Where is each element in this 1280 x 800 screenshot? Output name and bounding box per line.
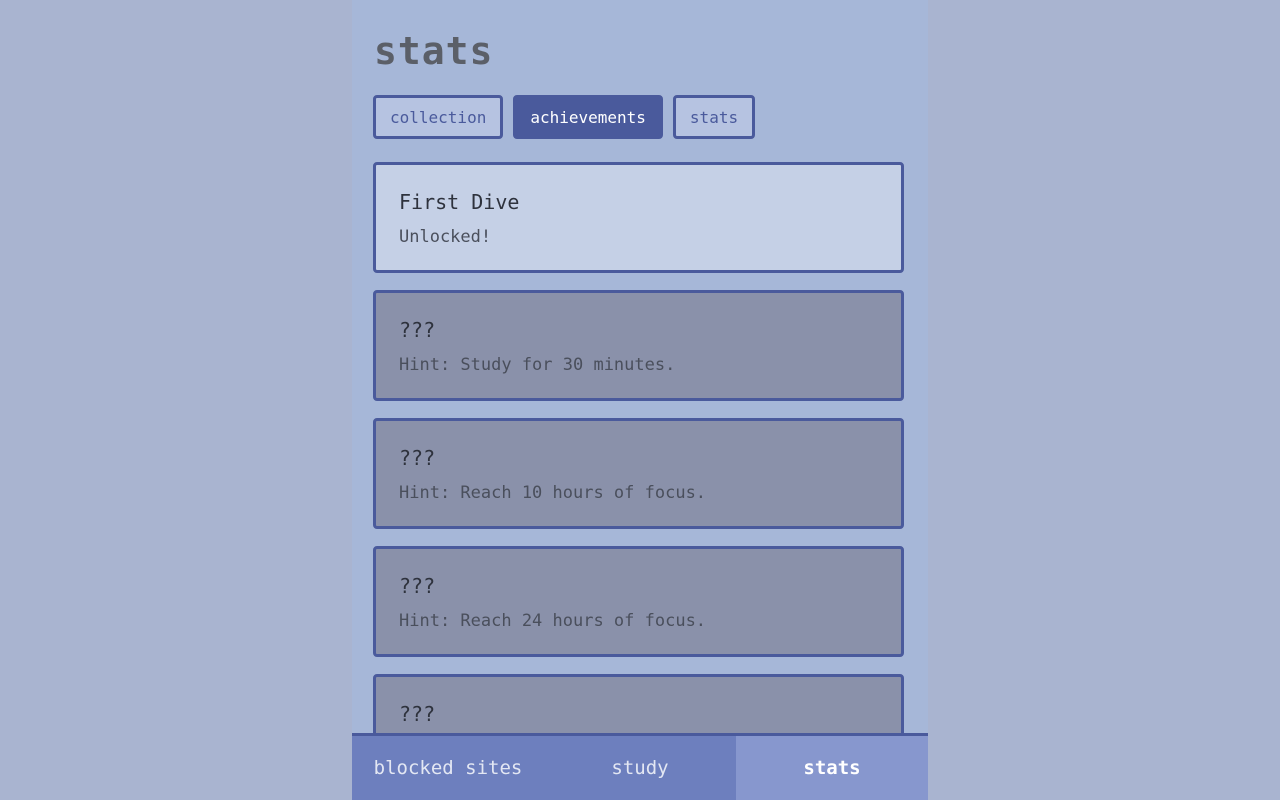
achievement-list: First Dive Unlocked! ??? Hint: Study for…: [373, 162, 904, 800]
bottom-nav: blocked sites study stats: [352, 733, 928, 800]
achievement-hint: Hint: Reach 10 hours of focus.: [399, 483, 707, 503]
achievement-card: First Dive Unlocked!: [373, 162, 904, 273]
achievement-title: ???: [399, 446, 436, 470]
tab-achievements[interactable]: achievements: [513, 95, 663, 139]
achievement-card: ??? Hint: Reach 24 hours of focus.: [373, 546, 904, 657]
achievement-hint: Hint: Reach 24 hours of focus.: [399, 611, 707, 631]
page-title: stats: [374, 29, 494, 73]
achievement-title: First Dive: [399, 190, 520, 214]
achievement-card: ??? Hint: Reach 10 hours of focus.: [373, 418, 904, 529]
achievement-hint: Hint: Study for 30 minutes.: [399, 355, 676, 375]
nav-blocked-sites-button[interactable]: blocked sites: [352, 736, 544, 800]
achievement-title: ???: [399, 574, 436, 598]
achievement-title: ???: [399, 318, 436, 342]
achievement-card: ??? Hint: Study for 30 minutes.: [373, 290, 904, 401]
nav-study-button[interactable]: study: [544, 736, 736, 800]
tab-stats[interactable]: stats: [672, 95, 756, 139]
tab-bar: collection achievements stats: [373, 95, 756, 139]
stats-panel: stats collection achievements stats Firs…: [352, 0, 928, 800]
achievement-title: ???: [399, 702, 436, 726]
tab-collection[interactable]: collection: [373, 95, 504, 139]
achievement-description: Unlocked!: [399, 227, 492, 247]
nav-stats-button[interactable]: stats: [736, 736, 928, 800]
